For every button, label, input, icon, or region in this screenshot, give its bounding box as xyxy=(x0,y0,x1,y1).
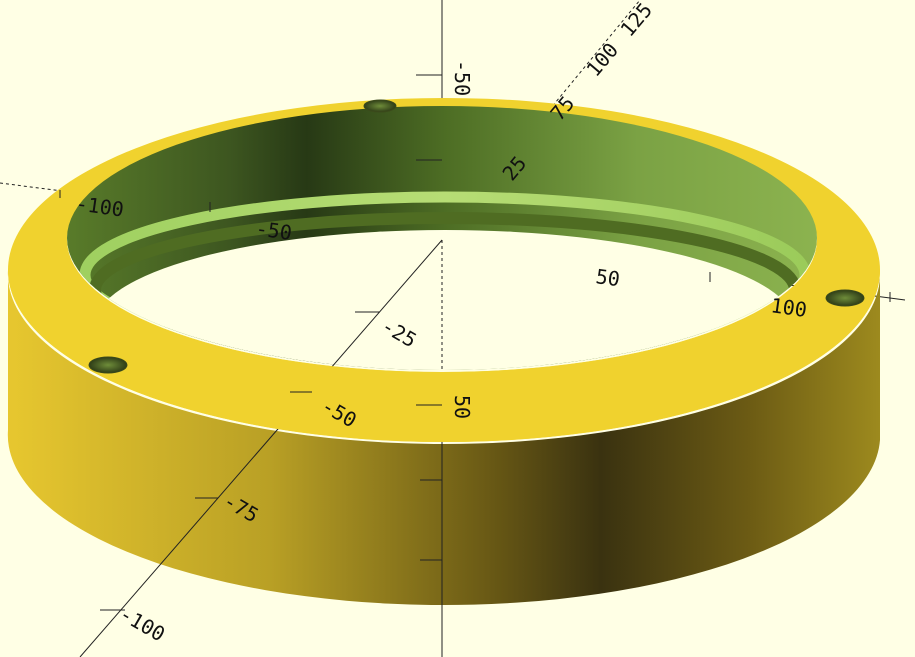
axis-label: 50 xyxy=(594,264,621,291)
axis-label: -50 xyxy=(254,216,293,245)
3d-viewport[interactable]: -50 -50 -100 50 100 25 75 100 125 -25 -5… xyxy=(0,0,915,657)
axis-label: 100 xyxy=(581,38,623,81)
axis-label: 100 xyxy=(769,293,808,322)
axis-label: -100 xyxy=(116,602,170,647)
hole-left xyxy=(88,356,128,374)
axis-label: 50 xyxy=(450,395,474,419)
hole-right xyxy=(825,289,865,307)
axis-label: -50 xyxy=(450,60,474,96)
hole-back xyxy=(363,99,397,113)
axis-label: 125 xyxy=(615,0,657,41)
scene-canvas[interactable]: -50 -50 -100 50 100 25 75 100 125 -25 -5… xyxy=(0,0,915,657)
